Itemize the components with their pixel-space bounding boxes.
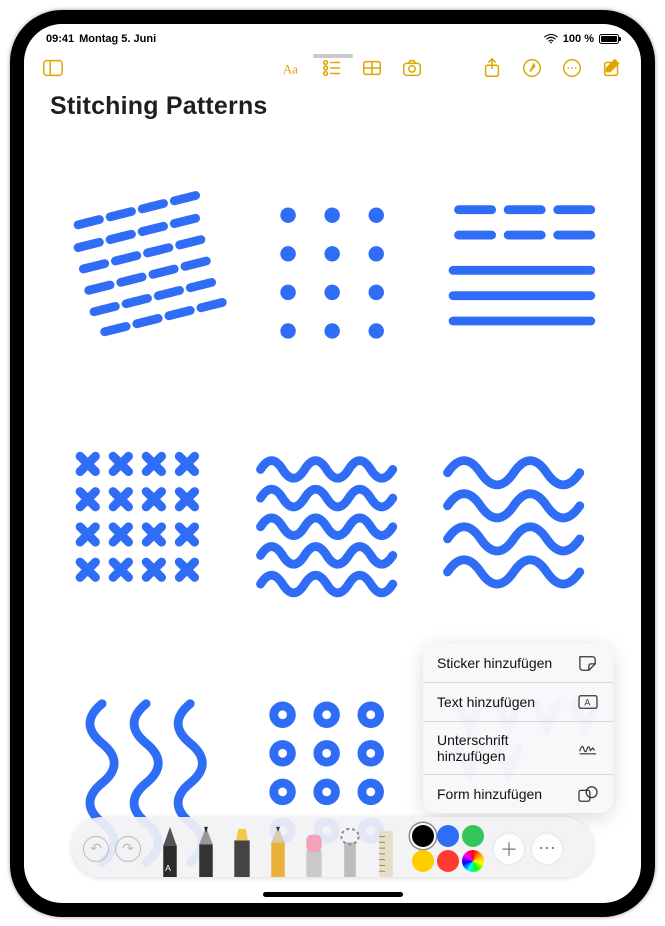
color-green[interactable] bbox=[462, 825, 484, 847]
svg-text:A: A bbox=[584, 697, 590, 707]
sticker-icon bbox=[577, 654, 599, 672]
pattern-crosses bbox=[58, 401, 234, 644]
menu-add-sticker[interactable]: Sticker hinzufügen bbox=[423, 644, 613, 683]
tray-more-button[interactable]: ⋯ bbox=[532, 834, 562, 864]
color-red[interactable] bbox=[437, 850, 459, 872]
status-bar: 09:41 Montag 5. Juni 100 % bbox=[24, 24, 641, 48]
clock: 09:41 bbox=[46, 33, 74, 45]
menu-label: Text hinzufügen bbox=[437, 694, 535, 710]
color-palette bbox=[412, 825, 484, 872]
marker-tool[interactable] bbox=[226, 825, 258, 877]
handwriting-tool[interactable]: A bbox=[154, 825, 186, 877]
lasso-tool[interactable] bbox=[334, 825, 366, 877]
color-picker[interactable] bbox=[462, 850, 484, 872]
menu-add-signature[interactable]: Unterschrift hinzufügen bbox=[423, 722, 613, 775]
eraser-tool[interactable] bbox=[298, 825, 330, 877]
color-black[interactable] bbox=[412, 825, 434, 847]
signature-icon bbox=[578, 739, 599, 757]
svg-text:A: A bbox=[165, 863, 171, 873]
checklist-button[interactable] bbox=[317, 55, 347, 81]
battery-percent: 100 % bbox=[563, 33, 594, 45]
textbox-icon: A bbox=[577, 693, 599, 711]
menu-label: Form hinzufügen bbox=[437, 786, 542, 802]
window-grip-icon bbox=[313, 54, 353, 58]
color-blue[interactable] bbox=[437, 825, 459, 847]
shapes-icon bbox=[577, 785, 599, 803]
undo-button[interactable]: ↶ bbox=[83, 836, 109, 862]
menu-add-text[interactable]: Text hinzufügen A bbox=[423, 683, 613, 722]
more-button[interactable] bbox=[557, 55, 587, 81]
markup-button[interactable] bbox=[517, 55, 547, 81]
home-indicator[interactable] bbox=[263, 892, 403, 897]
color-yellow[interactable] bbox=[412, 850, 434, 872]
date: Montag 5. Juni bbox=[79, 33, 156, 45]
compose-button[interactable] bbox=[597, 55, 627, 81]
add-menu: Sticker hinzufügen Text hinzufügen A Unte… bbox=[423, 644, 613, 813]
add-button[interactable]: ＋ bbox=[494, 834, 524, 864]
pattern-zigzag bbox=[244, 401, 420, 644]
redo-button[interactable]: ↷ bbox=[115, 836, 141, 862]
camera-button[interactable] bbox=[397, 55, 427, 81]
pattern-diagonal-dashes bbox=[58, 149, 234, 392]
pen-tool[interactable] bbox=[190, 825, 222, 877]
svg-text:Aa: Aa bbox=[283, 62, 298, 76]
pattern-dashes-lines bbox=[431, 149, 607, 392]
text-format-button[interactable]: Aa bbox=[277, 55, 307, 81]
menu-add-shape[interactable]: Form hinzufügen bbox=[423, 775, 613, 813]
pencil-tool[interactable] bbox=[262, 825, 294, 877]
ruler-tool[interactable] bbox=[370, 825, 402, 877]
battery-icon bbox=[599, 34, 619, 44]
wifi-icon bbox=[544, 34, 558, 44]
menu-label: Unterschrift hinzufügen bbox=[437, 732, 578, 764]
pattern-wavy-lines bbox=[431, 401, 607, 644]
table-button[interactable] bbox=[357, 55, 387, 81]
pattern-dots bbox=[244, 149, 420, 392]
note-title[interactable]: Stitching Patterns bbox=[24, 88, 641, 129]
share-button[interactable] bbox=[477, 55, 507, 81]
markup-tool-tray: ↶ ↷ A ＋ ⋯ bbox=[72, 817, 593, 877]
menu-label: Sticker hinzufügen bbox=[437, 655, 552, 671]
sidebar-toggle-button[interactable] bbox=[38, 55, 68, 81]
